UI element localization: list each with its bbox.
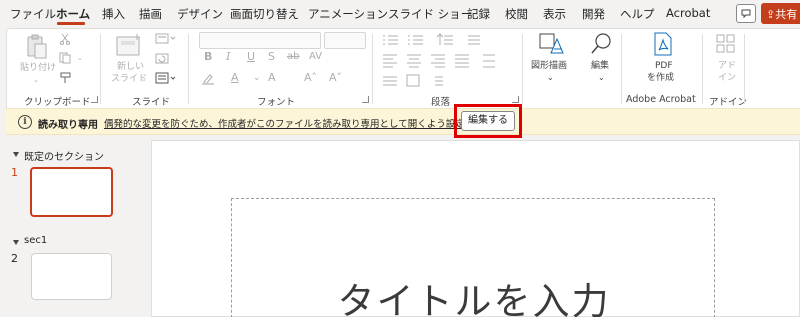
paragraph-controls[interactable] bbox=[380, 33, 520, 89]
menu-home[interactable]: ホーム bbox=[56, 6, 90, 22]
paragraph-launcher-icon[interactable] bbox=[512, 96, 519, 103]
title-placeholder-text: タイトルを入力 bbox=[337, 280, 611, 317]
section-title[interactable]: sec1 bbox=[24, 235, 47, 246]
grow-font-button[interactable]: A˄ bbox=[304, 72, 317, 84]
paste-icon[interactable] bbox=[26, 34, 48, 60]
cut-icon[interactable] bbox=[59, 33, 71, 45]
underline-button[interactable]: U bbox=[247, 51, 255, 63]
new-slide-dropdown-icon[interactable]: ⌄ bbox=[141, 73, 147, 85]
active-tab-indicator bbox=[57, 22, 85, 25]
paste-label: 貼り付け bbox=[20, 63, 57, 73]
font-color-button[interactable]: A bbox=[231, 72, 239, 84]
share-icon: ⇪ bbox=[766, 8, 776, 21]
menu-help[interactable]: ヘルプ bbox=[620, 6, 655, 22]
strikethrough-button[interactable]: ab bbox=[287, 51, 299, 63]
shadow-button[interactable]: S bbox=[268, 51, 275, 63]
font-launcher-icon[interactable] bbox=[362, 96, 369, 103]
char-spacing-button[interactable]: AV bbox=[309, 51, 322, 63]
slide-number: 2 bbox=[11, 252, 18, 265]
menu-insert[interactable]: 挿入 bbox=[102, 6, 125, 22]
section-icon[interactable] bbox=[155, 72, 179, 84]
menu-design[interactable]: デザイン bbox=[177, 6, 223, 22]
editing-label: 編集 bbox=[591, 61, 610, 71]
copy-icon[interactable] bbox=[59, 52, 73, 64]
font-group-label: フォント bbox=[257, 97, 296, 108]
shapes-icon[interactable] bbox=[537, 31, 565, 57]
layout-icon[interactable] bbox=[155, 33, 177, 45]
highlight-icon[interactable] bbox=[201, 73, 217, 85]
paragraph-group-label: 段落 bbox=[431, 97, 451, 108]
slides-group-label: スライド bbox=[132, 97, 171, 108]
addins-icon[interactable] bbox=[715, 33, 737, 55]
editing-search-icon[interactable] bbox=[590, 31, 614, 57]
format-painter-icon[interactable] bbox=[59, 72, 73, 84]
slide-thumbnail-selected[interactable] bbox=[30, 167, 113, 217]
edit-anyway-button[interactable]: 編集する bbox=[461, 111, 515, 131]
share-button[interactable]: ⇪共有 bbox=[761, 3, 800, 24]
font-size-dropdown[interactable] bbox=[324, 32, 366, 49]
menu-bar: ファイル ホーム 挿入 描画 デザイン 画面切り替え アニメーション スライド … bbox=[0, 0, 800, 28]
info-icon: i bbox=[18, 115, 32, 129]
adobe-group-label: Adobe Acrobat bbox=[626, 94, 696, 105]
font-name-dropdown[interactable] bbox=[199, 32, 321, 49]
new-slide-label-1: 新しい bbox=[117, 62, 145, 72]
new-slide-icon[interactable] bbox=[115, 33, 143, 57]
menu-record[interactable]: 記録 bbox=[467, 6, 490, 22]
addins-label-2: イン bbox=[718, 73, 737, 83]
slide-number: 1 bbox=[11, 166, 18, 179]
title-placeholder[interactable]: タイトルを入力 bbox=[231, 198, 715, 317]
comment-icon bbox=[741, 9, 751, 19]
clear-format-button[interactable]: A bbox=[268, 72, 276, 84]
clipboard-group-label: クリップボード bbox=[24, 97, 91, 108]
menu-acrobat[interactable]: Acrobat bbox=[666, 6, 710, 20]
slide-thumbnail[interactable] bbox=[31, 253, 112, 300]
comments-button[interactable] bbox=[736, 4, 756, 23]
collapse-section-icon[interactable] bbox=[13, 240, 19, 245]
editing-dropdown-icon[interactable]: ⌄ bbox=[598, 72, 605, 84]
copy-dropdown-icon[interactable]: ⌄ bbox=[77, 52, 83, 64]
reset-icon[interactable] bbox=[155, 53, 177, 65]
group-divider bbox=[522, 34, 523, 104]
menu-draw[interactable]: 描画 bbox=[139, 6, 162, 22]
menu-slideshow[interactable]: スライド ショー bbox=[388, 6, 472, 22]
shapes-dropdown-icon[interactable]: ⌄ bbox=[547, 72, 554, 84]
menu-animations[interactable]: アニメーション bbox=[308, 6, 388, 22]
menu-transitions[interactable]: 画面切り替え bbox=[230, 6, 299, 22]
share-label: 共有 bbox=[775, 8, 798, 21]
paste-dropdown-icon[interactable]: ⌄ bbox=[33, 74, 39, 86]
menu-file[interactable]: ファイル bbox=[10, 6, 56, 22]
group-divider bbox=[188, 34, 189, 104]
create-pdf-icon[interactable] bbox=[652, 32, 674, 56]
bold-button[interactable]: B bbox=[204, 51, 212, 63]
group-divider bbox=[621, 34, 622, 104]
addins-label-1: アド bbox=[718, 61, 737, 71]
create-pdf-label-2: を作成 bbox=[647, 73, 675, 83]
create-pdf-label-1: PDF bbox=[655, 61, 673, 71]
group-divider bbox=[100, 34, 101, 104]
menu-review[interactable]: 校閲 bbox=[505, 6, 528, 22]
menu-developer[interactable]: 開発 bbox=[582, 6, 605, 22]
group-divider bbox=[372, 34, 373, 104]
section-title[interactable]: 既定のセクション bbox=[24, 148, 104, 163]
menu-view[interactable]: 表示 bbox=[543, 6, 566, 22]
shrink-font-button[interactable]: A˅ bbox=[329, 72, 342, 84]
group-divider bbox=[702, 34, 703, 104]
addins-group-label: アドイン bbox=[709, 97, 748, 108]
read-only-title: 読み取り専用 bbox=[38, 120, 98, 131]
font-color-dropdown-icon[interactable]: ⌄ bbox=[253, 72, 261, 84]
collapse-section-icon[interactable] bbox=[13, 152, 19, 157]
italic-button[interactable]: I bbox=[226, 51, 230, 63]
read-only-bar: i 読み取り専用 偶発的な変更を防ぐため、作成者がこのファイルを読み取り専用とし… bbox=[6, 108, 800, 135]
read-only-message: 偶発的な変更を防ぐため、作成者がこのファイルを読み取り専用として開くよう設定しま… bbox=[104, 119, 513, 130]
group-divider bbox=[744, 34, 745, 104]
shapes-label: 図形描画 bbox=[531, 61, 568, 71]
clipboard-launcher-icon[interactable] bbox=[91, 96, 98, 103]
